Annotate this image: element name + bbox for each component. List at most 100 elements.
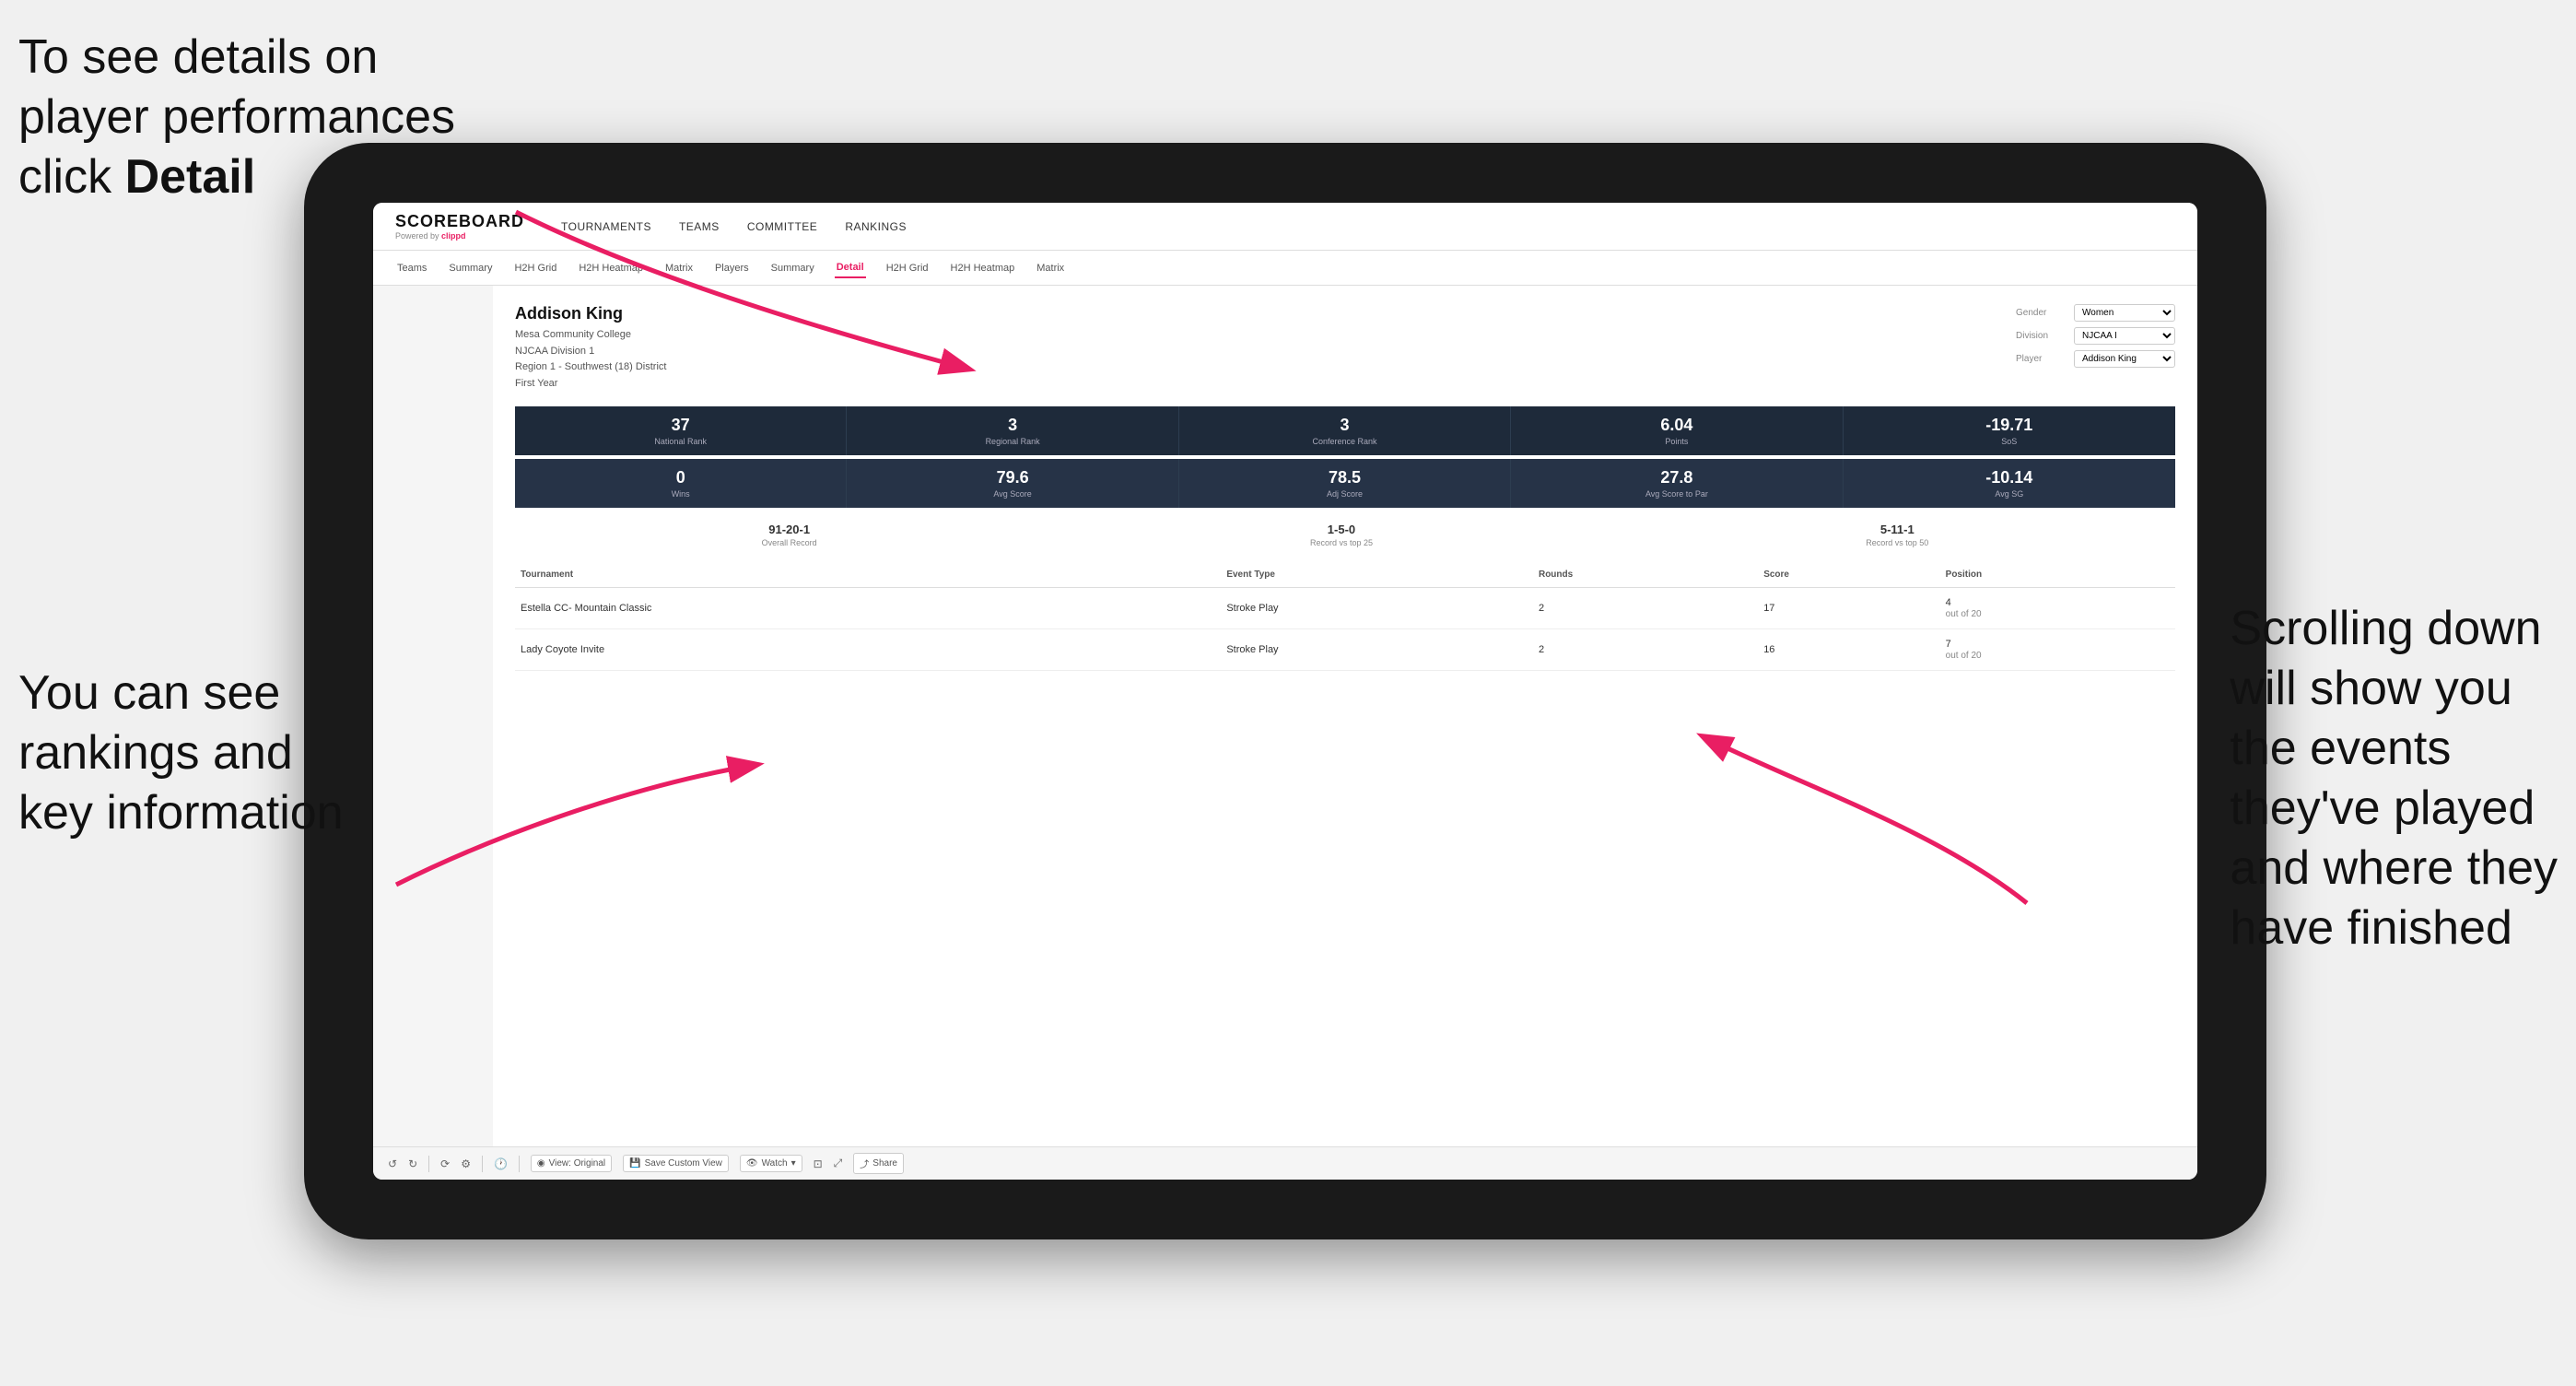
share-icon: ⤴	[860, 1157, 869, 1170]
score-1: 17	[1758, 588, 1939, 629]
subnav-h2h-heatmap[interactable]: H2H Heatmap	[577, 259, 645, 277]
rounds-2: 2	[1533, 629, 1758, 671]
subnav-summary[interactable]: Summary	[447, 259, 494, 277]
table-row: Estella CC- Mountain Classic Stroke Play…	[515, 588, 2175, 629]
player-name: Addison King	[515, 304, 666, 323]
record-top50-value: 5-11-1	[1880, 523, 1914, 536]
sub-nav: Teams Summary H2H Grid H2H Heatmap Matri…	[373, 251, 2197, 286]
stat-national-rank-label: National Rank	[522, 437, 838, 446]
tournament-name-1: Estella CC- Mountain Classic	[515, 588, 1221, 629]
logo-sub: Powered by clippd	[395, 231, 524, 241]
record-top25-label: Record vs top 25	[1310, 538, 1373, 547]
stat-avg-score: 79.6 Avg Score	[847, 459, 1178, 508]
annotation-bottomright: Scrolling down will show you the events …	[2230, 599, 2558, 958]
stat-avg-par: 27.8 Avg Score to Par	[1511, 459, 1843, 508]
annotation-topleft: To see details on player performances cl…	[18, 28, 455, 207]
stat-points-label: Points	[1518, 437, 1834, 446]
subnav-summary2[interactable]: Summary	[769, 259, 816, 277]
stat-wins: 0 Wins	[515, 459, 847, 508]
tournament-table: Tournament Event Type Rounds Score Posit…	[515, 562, 2175, 671]
event-type-1: Stroke Play	[1221, 588, 1533, 629]
rounds-1: 2	[1533, 588, 1758, 629]
screen-icon[interactable]: ⊡	[814, 1157, 823, 1170]
stat-avg-sg-label: Avg SG	[1851, 489, 2168, 499]
player-select[interactable]: Addison King	[2074, 350, 2175, 368]
refresh-icon[interactable]: ⟳	[440, 1157, 450, 1170]
record-top50: 5-11-1 Record vs top 50	[1866, 523, 1928, 547]
top-nav: SCOREBOARD Powered by clippd TOURNAMENTS…	[373, 203, 2197, 251]
stat-sos-label: SoS	[1851, 437, 2168, 446]
player-year: First Year	[515, 378, 557, 389]
share-button[interactable]: ⤴ Share	[853, 1153, 904, 1174]
nav-teams[interactable]: TEAMS	[679, 217, 720, 237]
toolbar-separator-1	[428, 1156, 429, 1172]
stat-avg-sg-value: -10.14	[1851, 468, 2168, 487]
annotation-bottomleft: You can see rankings and key information	[18, 664, 344, 843]
record-top50-label: Record vs top 50	[1866, 538, 1928, 547]
save-custom-view-button[interactable]: 💾 Save Custom View	[623, 1155, 729, 1172]
record-overall: 91-20-1 Overall Record	[762, 523, 817, 547]
col-rounds: Rounds	[1533, 562, 1758, 588]
watch-label: Watch	[762, 1158, 788, 1169]
position-2: 7out of 20	[1940, 629, 2175, 671]
bottom-toolbar: ↺ ↻ ⟳ ⚙ 🕐 ◉ View: Original 💾 Save Custom…	[373, 1146, 2197, 1180]
annotation-bold: Detail	[125, 150, 256, 204]
division-select[interactable]: NJCAA I	[2074, 327, 2175, 345]
save-icon: 💾	[629, 1158, 640, 1169]
stat-conference-rank-value: 3	[1187, 416, 1503, 435]
record-top25: 1-5-0 Record vs top 25	[1310, 523, 1373, 547]
player-header: Addison King Mesa Community College NJCA…	[515, 304, 2175, 392]
division-filter-row: Division NJCAA I	[2016, 327, 2175, 345]
subnav-players[interactable]: Players	[713, 259, 751, 277]
stat-wins-label: Wins	[522, 489, 838, 499]
view-original-button[interactable]: ◉ View: Original	[531, 1155, 612, 1172]
fullscreen-icon[interactable]: ⤢	[834, 1157, 843, 1170]
stat-conference-rank: 3 Conference Rank	[1179, 406, 1511, 455]
gender-select[interactable]: Women	[2074, 304, 2175, 322]
player-region: Region 1 - Southwest (18) District	[515, 361, 666, 372]
stat-avg-score-label: Avg Score	[854, 489, 1170, 499]
subnav-h2h-grid2[interactable]: H2H Grid	[884, 259, 931, 277]
col-position: Position	[1940, 562, 2175, 588]
nav-committee[interactable]: COMMITTEE	[747, 217, 818, 237]
clock-icon[interactable]: 🕐	[494, 1157, 508, 1170]
stat-avg-par-label: Avg Score to Par	[1518, 489, 1834, 499]
record-overall-value: 91-20-1	[768, 523, 810, 536]
settings-icon[interactable]: ⚙	[461, 1157, 471, 1170]
record-overall-label: Overall Record	[762, 538, 817, 547]
subnav-detail[interactable]: Detail	[835, 258, 866, 278]
redo-icon[interactable]: ↻	[408, 1157, 417, 1170]
nav-rankings[interactable]: RANKINGS	[845, 217, 907, 237]
tablet-screen: SCOREBOARD Powered by clippd TOURNAMENTS…	[373, 203, 2197, 1180]
player-filters: Gender Women Division NJCAA I	[2016, 304, 2175, 392]
tournament-name-2: Lady Coyote Invite	[515, 629, 1221, 671]
nav-items: TOURNAMENTS TEAMS COMMITTEE RANKINGS	[561, 217, 907, 237]
table-row: Lady Coyote Invite Stroke Play 2 16 7out…	[515, 629, 2175, 671]
logo-brand: clippd	[441, 231, 466, 241]
tablet-frame: SCOREBOARD Powered by clippd TOURNAMENTS…	[304, 143, 2266, 1239]
nav-tournaments[interactable]: TOURNAMENTS	[561, 217, 651, 237]
player-filter-row: Player Addison King	[2016, 350, 2175, 368]
records-row: 91-20-1 Overall Record 1-5-0 Record vs t…	[515, 523, 2175, 547]
stat-sos: -19.71 SoS	[1844, 406, 2175, 455]
view-label: View: Original	[549, 1158, 606, 1169]
watch-button[interactable]: 👁 Watch ▾	[740, 1155, 802, 1172]
toolbar-separator-3	[519, 1156, 520, 1172]
left-sidebar	[373, 286, 493, 1146]
stat-national-rank: 37 National Rank	[515, 406, 847, 455]
stat-conference-rank-label: Conference Rank	[1187, 437, 1503, 446]
subnav-matrix[interactable]: Matrix	[663, 259, 695, 277]
stat-points-value: 6.04	[1518, 416, 1834, 435]
subnav-teams[interactable]: Teams	[395, 259, 428, 277]
col-tournament: Tournament	[515, 562, 1221, 588]
col-event-type: Event Type	[1221, 562, 1533, 588]
stat-regional-rank-label: Regional Rank	[854, 437, 1170, 446]
subnav-h2h-grid[interactable]: H2H Grid	[512, 259, 558, 277]
gender-filter-row: Gender Women	[2016, 304, 2175, 322]
subnav-matrix2[interactable]: Matrix	[1035, 259, 1066, 277]
toolbar-separator-2	[482, 1156, 483, 1172]
subnav-h2h-heatmap2[interactable]: H2H Heatmap	[949, 259, 1017, 277]
undo-icon[interactable]: ↺	[388, 1157, 397, 1170]
stat-adj-score-label: Adj Score	[1187, 489, 1503, 499]
stat-adj-score-value: 78.5	[1187, 468, 1503, 487]
